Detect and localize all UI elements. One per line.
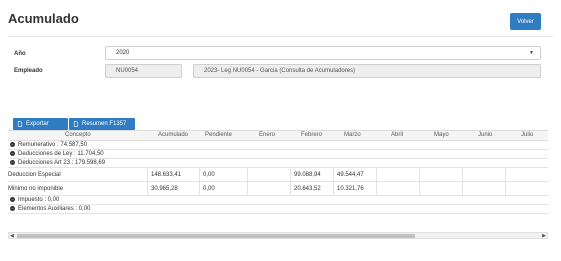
employee-code-value: NU0054 — [116, 68, 139, 74]
group-row-remunerativo[interactable]: − Remunerativo : 74.587,50 — [8, 141, 548, 150]
col-pendiente[interactable]: Pendiente — [205, 132, 232, 138]
minus-circle-icon[interactable]: − — [10, 151, 15, 156]
scroll-right-icon[interactable]: ▶ — [542, 233, 546, 239]
employee-code-field[interactable]: NU0054 — [105, 64, 182, 78]
col-acumulado[interactable]: Acumulado — [158, 132, 188, 138]
col-febrero[interactable]: Febrero — [301, 132, 322, 138]
file-icon — [17, 121, 23, 127]
minus-circle-icon[interactable]: − — [10, 206, 15, 211]
cell-febrero: 20.643,52 — [290, 182, 333, 195]
summary-button[interactable]: Resumen F1357 — [69, 118, 135, 130]
year-label: Año — [14, 51, 26, 57]
cell-enero — [247, 168, 290, 181]
minus-circle-icon[interactable]: − — [10, 160, 15, 165]
grid-header: Concepto Acumulado Pendiente Enero Febre… — [8, 130, 548, 141]
file-icon — [73, 121, 79, 127]
col-julio[interactable]: Julio — [521, 132, 533, 138]
export-label: Exportar — [26, 121, 49, 127]
cell-mayo — [419, 182, 462, 195]
cell-febrero: 99.088,94 — [290, 168, 333, 181]
group-label: Impuesto : 0,00 — [18, 197, 60, 203]
table-row[interactable]: Deduccion Especial 148.633,41 0,00 99.08… — [8, 168, 548, 182]
group-row-deducciones-ley[interactable]: − Deducciones de Ley : 11.704,50 — [8, 150, 548, 159]
scroll-left-icon[interactable]: ◀ — [10, 233, 14, 239]
cell-julio — [505, 168, 548, 181]
header-divider — [8, 36, 553, 37]
cell-abril — [376, 168, 419, 181]
employee-desc-field[interactable]: 2023- Leg NU0054 - Garcia (Consulta de A… — [193, 64, 541, 78]
group-row-impuesto[interactable]: − Impuesto : 0,00 — [8, 196, 548, 205]
cell-pendiente: 0,00 — [199, 168, 247, 181]
col-marzo[interactable]: Marzo — [344, 132, 361, 138]
cell-marzo: 10.321,76 — [333, 182, 376, 195]
cell-acumulado: 30.965,28 — [147, 182, 199, 195]
cell-junio — [462, 182, 505, 195]
cell-concepto: Minimo no imponible — [8, 185, 64, 192]
year-select[interactable]: 2020 ▼ — [105, 46, 541, 60]
scrollbar-thumb[interactable] — [17, 234, 415, 238]
group-label: Remunerativo : 74.587,50 — [18, 142, 88, 148]
minus-circle-icon[interactable]: − — [10, 142, 15, 147]
cell-junio — [462, 168, 505, 181]
col-abril[interactable]: Abril — [391, 132, 403, 138]
col-enero[interactable]: Enero — [259, 132, 275, 138]
col-junio[interactable]: Junio — [478, 132, 492, 138]
horizontal-scrollbar[interactable]: ◀ ▶ — [8, 232, 548, 239]
cell-acumulado: 148.633,41 — [147, 168, 199, 181]
export-button[interactable]: Exportar — [13, 118, 68, 130]
back-button[interactable]: Volver — [510, 13, 541, 30]
cell-mayo — [419, 168, 462, 181]
group-label: Deducciones de Ley : 11.704,50 — [18, 151, 104, 157]
group-label: Elementos Auxiliares : 0,00 — [18, 206, 91, 212]
group-label: Deducciones Art 23 : 179.598,69 — [18, 160, 106, 166]
col-concepto[interactable]: Concepto — [65, 132, 91, 138]
employee-label: Empleado — [14, 68, 43, 74]
cell-julio — [505, 182, 548, 195]
employee-desc-value: 2023- Leg NU0054 - Garcia (Consulta de A… — [204, 68, 356, 74]
group-row-deducciones-art23[interactable]: − Deducciones Art 23 : 179.598,69 — [8, 159, 548, 168]
summary-label: Resumen F1357 — [82, 121, 127, 127]
cell-enero — [247, 182, 290, 195]
page-title: Acumulado — [8, 11, 79, 26]
accumulators-grid: Concepto Acumulado Pendiente Enero Febre… — [8, 130, 548, 239]
cell-marzo: 49.544,47 — [333, 168, 376, 181]
year-value: 2020 — [116, 50, 130, 56]
group-row-elementos[interactable]: − Elementos Auxiliares : 0,00 — [8, 205, 548, 214]
cell-concepto: Deduccion Especial — [8, 171, 61, 178]
minus-circle-icon[interactable]: − — [10, 197, 15, 202]
cell-pendiente: 0,00 — [199, 182, 247, 195]
cell-abril — [376, 182, 419, 195]
table-row[interactable]: Minimo no imponible 30.965,28 0,00 20.64… — [8, 182, 548, 196]
col-mayo[interactable]: Mayo — [434, 132, 449, 138]
chevron-down-icon: ▼ — [529, 50, 534, 56]
